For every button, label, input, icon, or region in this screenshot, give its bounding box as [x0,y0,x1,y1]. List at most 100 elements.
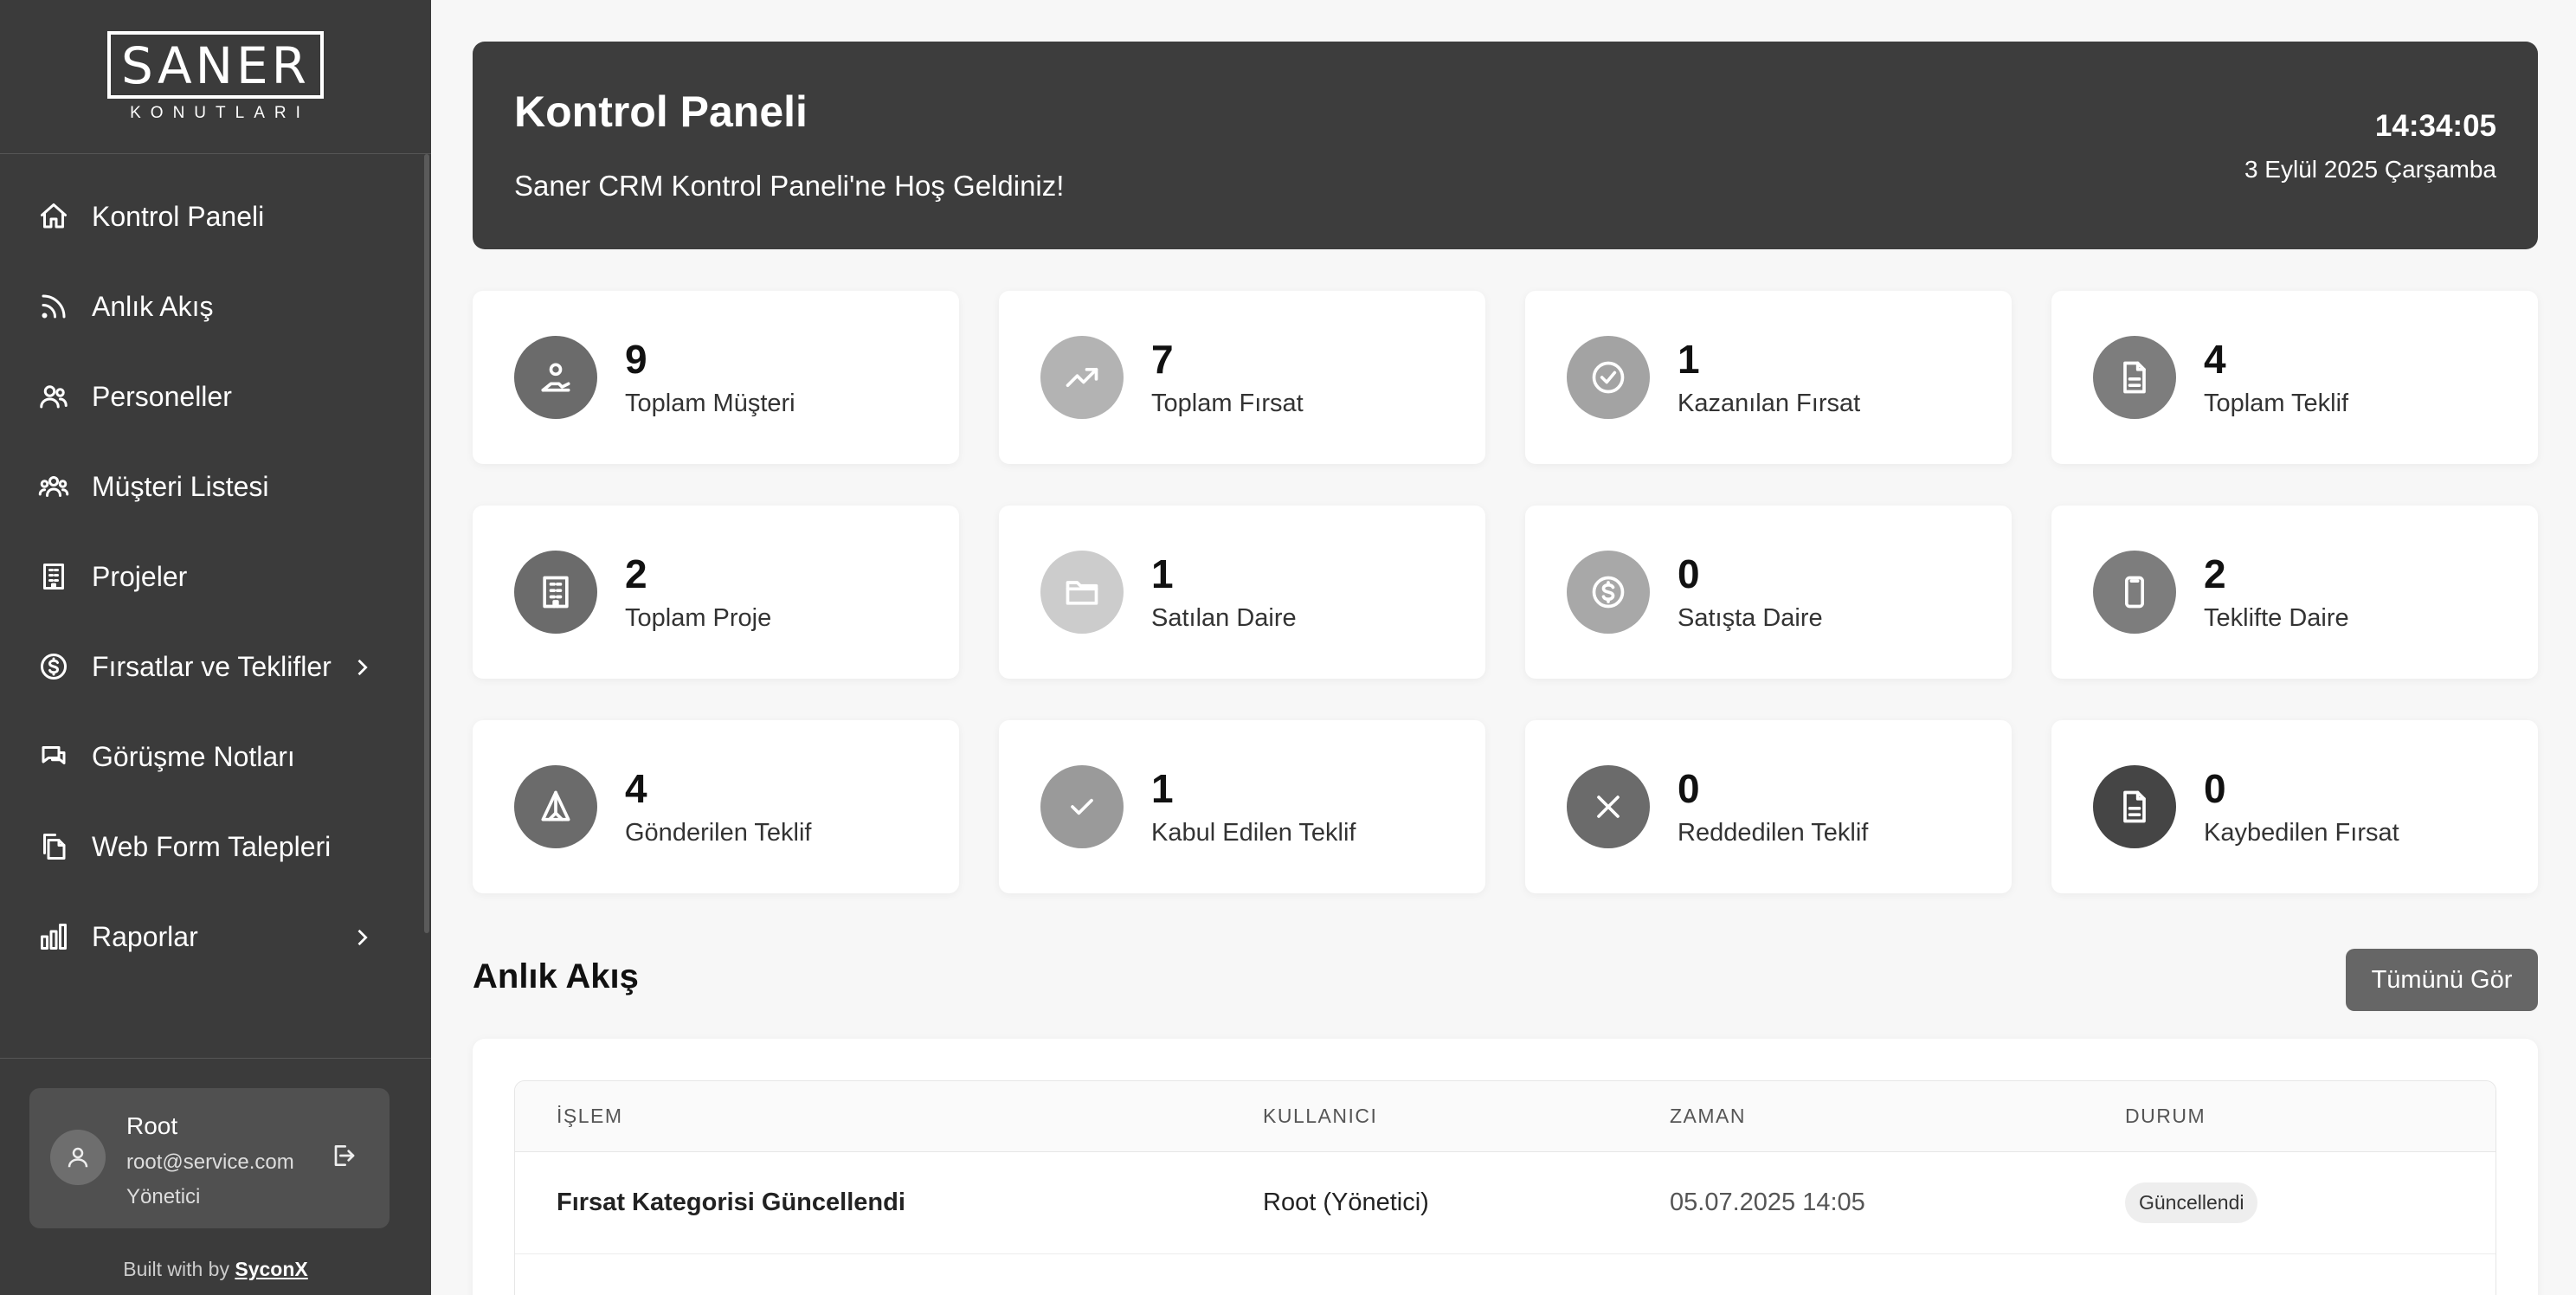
built-brand-link[interactable]: SyconX [235,1258,307,1280]
sidebar-item-label: Kontrol Paneli [92,200,265,232]
stat-card-toplam-proje[interactable]: 2 Toplam Proje [473,506,959,679]
feed-card: İŞLEM KULLANICI ZAMAN DURUM Fırsat Kateg… [473,1039,2538,1295]
table-header: İŞLEM KULLANICI ZAMAN DURUM [515,1081,2496,1152]
row-time: 05.07.2025 14:05 [1670,1189,1865,1216]
stat-value: 4 [625,766,647,811]
sidebar-scrollbar[interactable] [424,154,429,933]
document-icon [2093,336,2176,419]
sidebar-item-projeler[interactable]: Projeler [0,532,431,622]
stat-card-teklifte-daire[interactable]: 2 Teklifte Daire [2051,506,2538,679]
welcome-header: Kontrol Paneli Saner CRM Kontrol Paneli'… [473,42,2538,249]
sidebar-item-label: Projeler [92,560,188,592]
column-header-islem[interactable]: İŞLEM [515,1105,1263,1128]
stat-label: Teklifte Daire [2204,604,2349,632]
stat-label: Reddedilen Teklif [1678,819,1869,847]
stat-label: Gönderilen Teklif [625,819,812,847]
trending-up-icon [1040,336,1124,419]
stat-card-toplam-musteri[interactable]: 9 Toplam Müşteri [473,291,959,464]
building-icon [514,551,597,634]
user-name: Root [126,1112,178,1139]
sidebar-item-personeller[interactable]: Personeller [0,351,431,441]
stat-label: Toplam Müşteri [625,390,795,417]
stat-card-reddedilen-teklif[interactable]: 0 Reddedilen Teklif [1525,720,2012,893]
sidebar-item-musteri-listesi[interactable]: Müşteri Listesi [0,441,431,532]
stat-value: 0 [1678,766,1700,811]
sidebar-nav: Kontrol Paneli Anlık Akış Personeller Mü… [0,154,431,982]
stat-label: Kazanılan Fırsat [1678,390,1861,417]
chevron-right-icon[interactable] [350,654,374,679]
sidebar-item-anlik-akis[interactable]: Anlık Akış [0,261,431,351]
stat-value: 1 [1151,551,1174,596]
stat-card-toplam-teklif[interactable]: 4 Toplam Teklif [2051,291,2538,464]
stat-value: 4 [2204,337,2226,382]
sidebar-footer: Root root@service.com Yönetici Built wit… [0,1058,431,1295]
page-title: Kontrol Paneli [514,87,808,136]
sidebar-item-gorusme-notlari[interactable]: Görüşme Notları [0,712,431,802]
avatar [50,1130,106,1185]
sidebar-item-raporlar[interactable]: Raporlar [0,892,431,982]
chat-icon [36,739,71,774]
stat-card-kabul-edilen-teklif[interactable]: 1 Kabul Edilen Teklif [999,720,1485,893]
welcome-message: Saner CRM Kontrol Paneli'ne Hoş Geldiniz… [514,170,1065,202]
stat-card-gonderilen-teklif[interactable]: 4 Gönderilen Teklif [473,720,959,893]
table-row[interactable] [515,1254,2496,1295]
activity-table: İŞLEM KULLANICI ZAMAN DURUM Fırsat Kateg… [514,1080,2496,1295]
user-role: Yönetici [126,1185,201,1208]
built-with: Built with by SyconX [0,1258,431,1281]
documents-icon [36,829,71,864]
stat-value: 7 [1151,337,1174,382]
stat-card-kaybedilen-firsat[interactable]: 0 Kaybedilen Fırsat [2051,720,2538,893]
stat-value: 0 [1678,551,1700,596]
bar-chart-icon [36,919,71,954]
sidebar-item-web-form-talepleri[interactable]: Web Form Talepleri [0,802,431,892]
stat-value: 1 [1151,766,1174,811]
check-circle-icon [1567,336,1650,419]
stat-card-kazanilan-firsat[interactable]: 1 Kazanılan Fırsat [1525,291,2012,464]
user-hand-icon [514,336,597,419]
status-badge: Güncellendi [2125,1182,2258,1223]
stat-card-toplam-firsat[interactable]: 7 Toplam Fırsat [999,291,1485,464]
stat-value: 9 [625,337,647,382]
chevron-right-icon[interactable] [350,925,374,949]
stat-label: Kaybedilen Fırsat [2204,819,2399,847]
logout-icon[interactable] [329,1142,360,1173]
stat-card-satilan-daire[interactable]: 1 Satılan Daire [999,506,1485,679]
folder-icon [1040,551,1124,634]
row-action: Fırsat Kategorisi Güncellendi [557,1189,905,1216]
check-icon [1040,765,1124,848]
building-icon [36,559,71,594]
users-icon [36,379,71,414]
user-group-icon [36,469,71,504]
home-icon [36,199,71,234]
sidebar-item-label: Web Form Talepleri [92,830,332,862]
user-card[interactable]: Root root@service.com Yönetici [29,1088,390,1228]
stat-label: Toplam Proje [625,604,772,632]
sidebar-item-label: Raporlar [92,920,198,952]
brand-logo[interactable]: SANER KONUTLARI [0,0,431,154]
sidebar-item-firsatlar-ve-teklifler[interactable]: Fırsatlar ve Teklifler [0,622,431,712]
dollar-circle-icon [36,649,71,684]
column-header-zaman[interactable]: ZAMAN [1670,1105,2125,1128]
column-header-kullanici[interactable]: KULLANICI [1263,1105,1670,1128]
brand-subtitle: KONUTLARI [130,103,310,122]
stat-label: Kabul Edilen Teklif [1151,819,1356,847]
rss-icon [36,289,71,324]
sidebar: SANER KONUTLARI Kontrol Paneli Anlık Akı… [0,0,431,1295]
sidebar-item-kontrol-paneli[interactable]: Kontrol Paneli [0,171,431,261]
feed-title: Anlık Akış [473,957,639,995]
stat-card-satista-daire[interactable]: 0 Satışta Daire [1525,506,2012,679]
stat-value: 2 [2204,551,2226,596]
clock-date: 3 Eylül 2025 Çarşamba [2244,156,2496,183]
sidebar-item-label: Anlık Akış [92,290,214,322]
brand-name: SANER [107,30,324,99]
dollar-circle-icon [1567,551,1650,634]
stat-value: 0 [2204,766,2226,811]
built-prefix: Built with by [123,1258,229,1280]
table-row[interactable]: Fırsat Kategorisi Güncellendi Root (Yöne… [515,1152,2496,1254]
column-header-durum[interactable]: DURUM [2125,1105,2496,1128]
see-all-button[interactable]: Tümünü Gör [2346,949,2538,1011]
sidebar-item-label: Personeller [92,380,232,412]
stat-label: Satışta Daire [1678,604,1823,632]
clock-time: 14:34:05 [2374,109,2496,143]
user-icon [68,1147,88,1168]
